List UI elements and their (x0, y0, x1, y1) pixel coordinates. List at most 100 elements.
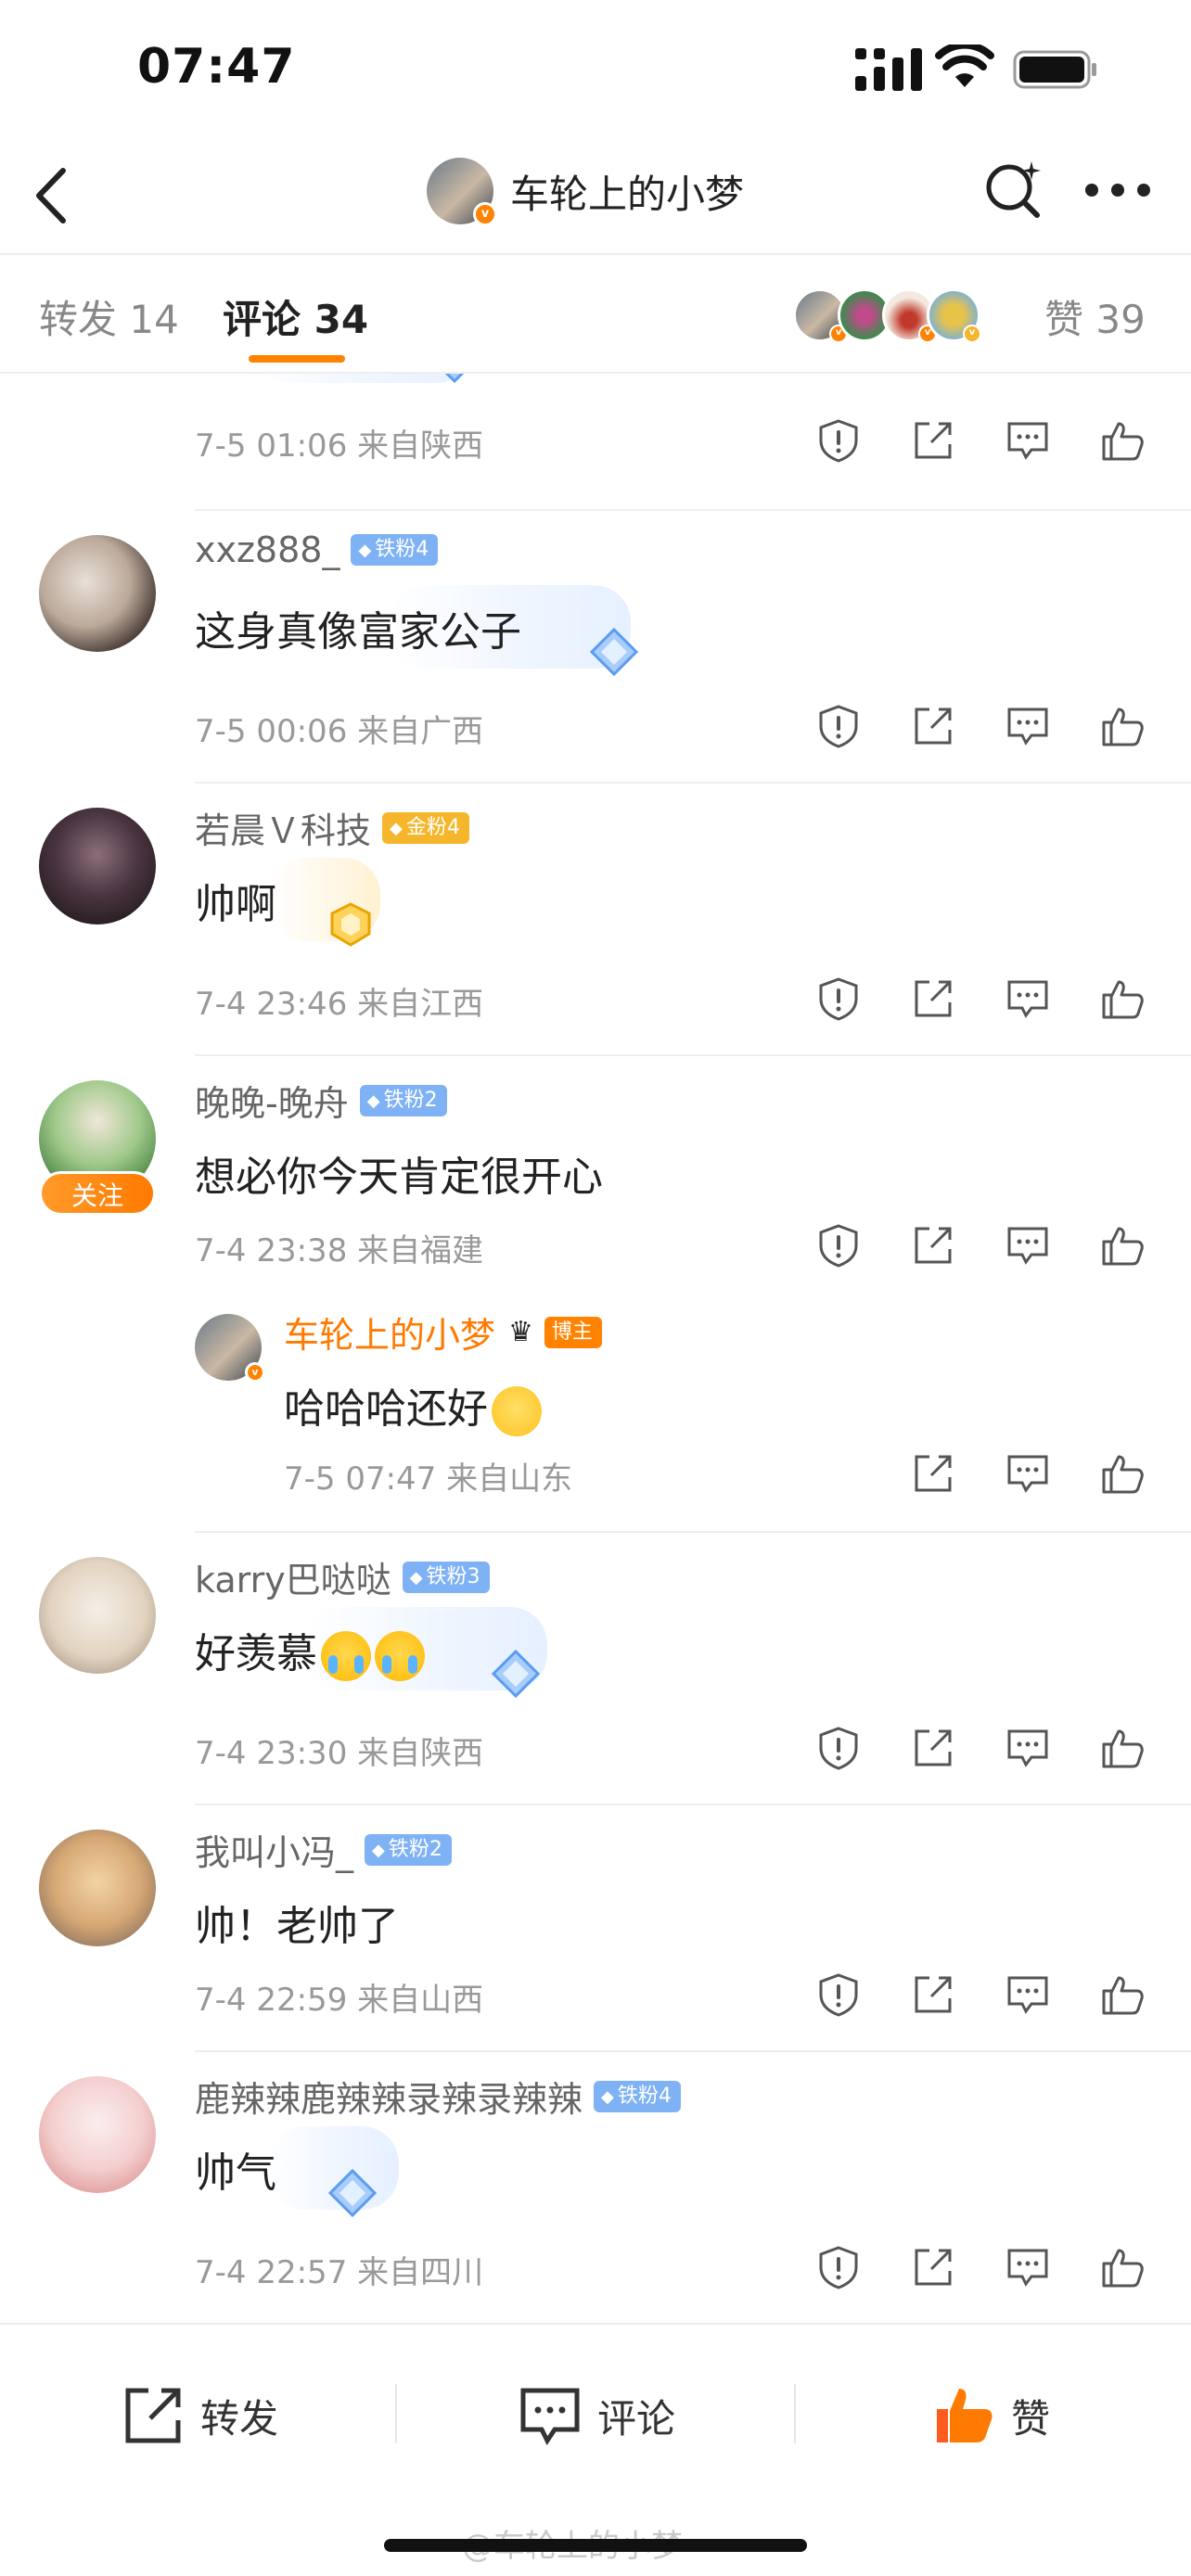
share-icon[interactable] (911, 1726, 955, 1770)
avatar[interactable] (39, 808, 156, 925)
like-icon[interactable] (1100, 2245, 1145, 2289)
home-indicator[interactable] (384, 2539, 807, 2552)
comment-text[interactable]: 好羡慕 (195, 1620, 425, 1681)
report-icon[interactable] (816, 418, 861, 463)
reply-author-text[interactable]: 车轮上的小梦 (284, 1307, 495, 1358)
like-icon[interactable] (1100, 976, 1145, 1021)
share-icon[interactable] (911, 1451, 955, 1496)
commenter-name[interactable]: 晚晚-晚舟铁粉2 (195, 1075, 447, 1126)
comment-meta: 7-4 23:46 来自江西 (195, 986, 484, 1023)
fan-badge[interactable]: 铁粉3 (402, 1561, 490, 1593)
comment-list[interactable]: 7-5 01:06 来自陕西 xxz888_ 铁粉4 这身真像富家公子 7-5 0… (0, 374, 1191, 2321)
fan-badge[interactable]: 金粉4 (382, 811, 469, 844)
comment-meta: 7-4 22:59 来自山西 (195, 1982, 484, 2019)
like-icon[interactable] (1100, 704, 1145, 748)
commenter-name[interactable]: 我叫小冯_ 铁粉2 (195, 1824, 452, 1875)
commenter-name-text[interactable]: karry巴哒哒 (195, 1551, 391, 1602)
comment-icon[interactable] (1005, 1223, 1050, 1268)
share-icon[interactable] (911, 2245, 955, 2289)
author-avatar[interactable]: v (427, 158, 497, 226)
comment-actions (816, 2245, 1150, 2297)
share-icon[interactable] (911, 976, 955, 1021)
fan-badge[interactable]: 铁粉4 (594, 2080, 681, 2112)
reply-meta: 7-5 07:47 来自山东 (284, 1460, 573, 1498)
comment-icon[interactable] (1005, 2245, 1050, 2289)
fan-badge[interactable]: 铁粉2 (365, 1833, 452, 1866)
comment-icon[interactable] (1005, 976, 1050, 1021)
comment-meta: 7-5 00:06 来自广西 (195, 713, 484, 750)
commenter-name[interactable]: xxz888_ 铁粉4 (195, 529, 439, 570)
reply-text[interactable]: 哈哈哈还好 (284, 1375, 542, 1436)
follow-button[interactable]: 关注 (39, 1171, 156, 1216)
share-icon[interactable] (911, 704, 955, 748)
like-icon (937, 2389, 992, 2442)
like-icon[interactable] (1100, 1451, 1145, 1496)
avatar[interactable] (39, 1830, 156, 1946)
comment-icon[interactable] (1005, 418, 1050, 463)
commenter-name-text[interactable]: 我叫小冯_ (195, 1824, 353, 1875)
liker-avatars[interactable]: v v v (793, 288, 981, 343)
crying-emoji-icon (375, 1631, 425, 1681)
share-icon[interactable] (911, 1223, 955, 1268)
reply-author[interactable]: 车轮上的小梦 ♛ 博主 (284, 1307, 602, 1358)
tab-comment[interactable]: 评论 34 (223, 288, 368, 345)
crying-emoji-icon (321, 1631, 371, 1681)
comment-icon[interactable] (1005, 1972, 1050, 2017)
comment-icon[interactable] (1005, 704, 1050, 748)
comment-text[interactable]: 这身真像富家公子 (195, 598, 521, 657)
report-icon[interactable] (816, 2245, 861, 2289)
repost-button[interactable]: 转发 (121, 2378, 278, 2453)
commenter-name[interactable]: 鹿辣辣鹿辣辣录辣录辣辣铁粉4 (195, 2071, 681, 2122)
comment-text[interactable]: 帅啊 (195, 871, 276, 930)
comment-text[interactable]: 帅！老帅了 (195, 1893, 399, 1952)
likes-count[interactable]: 赞 39 (1044, 288, 1146, 345)
author-header[interactable]: v 车轮上的小梦 (427, 156, 744, 226)
wifi-icon (935, 45, 994, 87)
comment-actions (816, 1972, 1150, 2024)
report-icon[interactable] (816, 976, 861, 1021)
like-icon[interactable] (1100, 1223, 1145, 1268)
commenter-name-text[interactable]: xxz888_ (195, 529, 339, 570)
divider (195, 782, 1191, 784)
report-icon[interactable] (816, 704, 861, 748)
comment-text-content[interactable]: 好羡慕 (195, 1630, 317, 1677)
repost-label: 转发 (200, 2395, 279, 2442)
reply-text-content[interactable]: 哈哈哈还好 (284, 1385, 488, 1433)
reply-avatar[interactable]: v (195, 1314, 265, 1383)
author-name[interactable]: 车轮上的小梦 (510, 163, 744, 220)
avatar[interactable] (39, 535, 156, 652)
fan-badge[interactable]: 铁粉2 (359, 1084, 447, 1116)
comment-button[interactable]: 评论 (518, 2378, 675, 2453)
fan-badge[interactable]: 铁粉4 (351, 534, 439, 566)
avatar[interactable] (39, 1557, 156, 1674)
tab-repost[interactable]: 转发 14 (39, 288, 179, 345)
like-button[interactable]: 赞 (931, 2378, 1050, 2453)
commenter-name[interactable]: karry巴哒哒铁粉3 (195, 1551, 490, 1602)
avatar[interactable] (39, 2076, 156, 2193)
like-icon[interactable] (1100, 1726, 1145, 1770)
commenter-name-text[interactable]: 若晨Ｖ科技 (195, 802, 371, 853)
report-icon[interactable] (816, 1972, 861, 2017)
comment-actions (816, 976, 1150, 1028)
share-icon[interactable] (911, 1972, 955, 2017)
comment-actions (816, 1223, 1150, 1275)
like-icon[interactable] (1100, 418, 1145, 463)
comment-icon[interactable] (1005, 1726, 1050, 1770)
back-icon[interactable] (28, 163, 74, 228)
commenter-name-text[interactable]: 晚晚-晚舟 (195, 1075, 349, 1126)
gem-icon (589, 627, 639, 677)
search-icon[interactable] (981, 158, 1044, 221)
report-icon[interactable] (816, 1223, 861, 1268)
liker-avatar[interactable]: v (927, 288, 981, 343)
commenter-name-text[interactable]: 鹿辣辣鹿辣辣录辣录辣辣 (195, 2071, 583, 2122)
comment-icon[interactable] (1005, 1451, 1050, 1496)
report-icon[interactable] (816, 1726, 861, 1770)
share-icon[interactable] (911, 418, 955, 463)
gem-icon (327, 2168, 378, 2218)
comment-text[interactable]: 帅气 (195, 2139, 276, 2199)
commenter-name[interactable]: 若晨Ｖ科技金粉4 (195, 802, 469, 853)
more-icon[interactable] (1083, 180, 1152, 200)
comment-text[interactable]: 想必你今天肯定很开心 (195, 1143, 603, 1203)
comment-meta: 7-4 22:57 来自四川 (195, 2254, 484, 2291)
like-icon[interactable] (1100, 1972, 1145, 2017)
